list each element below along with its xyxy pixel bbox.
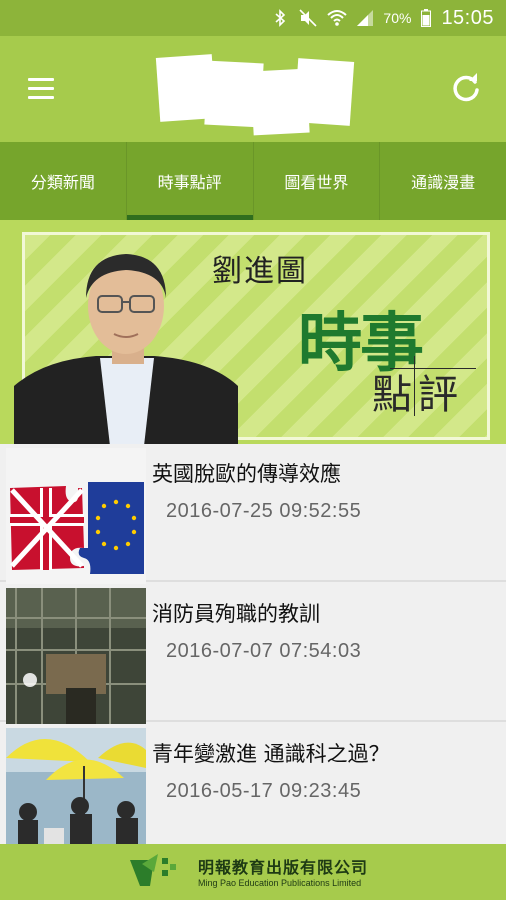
- bluetooth-icon: [271, 9, 289, 27]
- brexit-puzzle-thumbnail: [6, 448, 146, 586]
- columnist-name: 劉進圖: [212, 254, 308, 289]
- clock: 15:05: [441, 6, 494, 29]
- column-subtitle: 點評: [372, 372, 464, 418]
- app-logo: 通 識 教 育: [160, 44, 350, 134]
- hamburger-menu-icon[interactable]: [28, 78, 58, 100]
- news-list: 英國脫歐的傳導效應 2016-07-25 09:52:55 消防員殉職的教訓 2…: [0, 444, 506, 866]
- publisher-name-zh: 明報教育出版有限公司: [198, 858, 369, 877]
- fire-scene-thumbnail: [6, 588, 146, 726]
- refresh-icon[interactable]: [448, 70, 484, 106]
- logo-tile: 通: [160, 58, 212, 118]
- tab-label: 時事點評: [157, 173, 222, 192]
- battery-percent: 70%: [383, 10, 412, 26]
- battery-icon: [421, 9, 432, 27]
- publisher-name-en: Ming Pao Education Publications Limited: [198, 878, 362, 888]
- news-date: 2016-05-17 09:23:45: [166, 780, 362, 802]
- column-banner[interactable]: 劉進圖 時事 點評: [0, 220, 506, 444]
- category-tabs: 分類新聞 時事點評 圖看世界 通識漫畫: [0, 142, 506, 220]
- mute-icon: [299, 9, 317, 27]
- app-bar: 通 識 教 育: [0, 36, 506, 142]
- publisher-logo-icon: [130, 854, 176, 886]
- news-title: 青年變激進 通識科之過？: [152, 742, 390, 766]
- publisher-footer: 明報教育出版有限公司 Ming Pao Education Publicatio…: [0, 844, 506, 900]
- tab-picture-world[interactable]: 圖看世界: [254, 142, 381, 220]
- logo-tile: 育: [298, 62, 350, 122]
- tab-label: 分類新聞: [30, 173, 95, 192]
- news-title: 英國脫歐的傳導效應: [152, 462, 341, 486]
- tab-label: 圖看世界: [284, 173, 349, 192]
- status-bar: 70% 15:05: [0, 0, 506, 36]
- tab-comics[interactable]: 通識漫畫: [380, 142, 506, 220]
- tab-category-news[interactable]: 分類新聞: [0, 142, 127, 220]
- tab-current-affairs[interactable]: 時事點評: [126, 142, 254, 220]
- wifi-icon: [327, 9, 348, 27]
- news-item[interactable]: 英國脫歐的傳導效應 2016-07-25 09:52:55: [0, 444, 506, 586]
- news-title: 消防員殉職的教訓: [152, 602, 320, 626]
- columnist-portrait: [14, 254, 238, 444]
- news-item[interactable]: 青年變激進 通識科之過？ 2016-05-17 09:23:45: [0, 724, 506, 866]
- tab-label: 通識漫畫: [411, 173, 476, 192]
- signal-icon: [355, 9, 374, 27]
- news-date: 2016-07-07 07:54:03: [166, 640, 362, 662]
- news-item[interactable]: 消防員殉職的教訓 2016-07-07 07:54:03: [0, 584, 506, 726]
- news-date: 2016-07-25 09:52:55: [166, 500, 362, 522]
